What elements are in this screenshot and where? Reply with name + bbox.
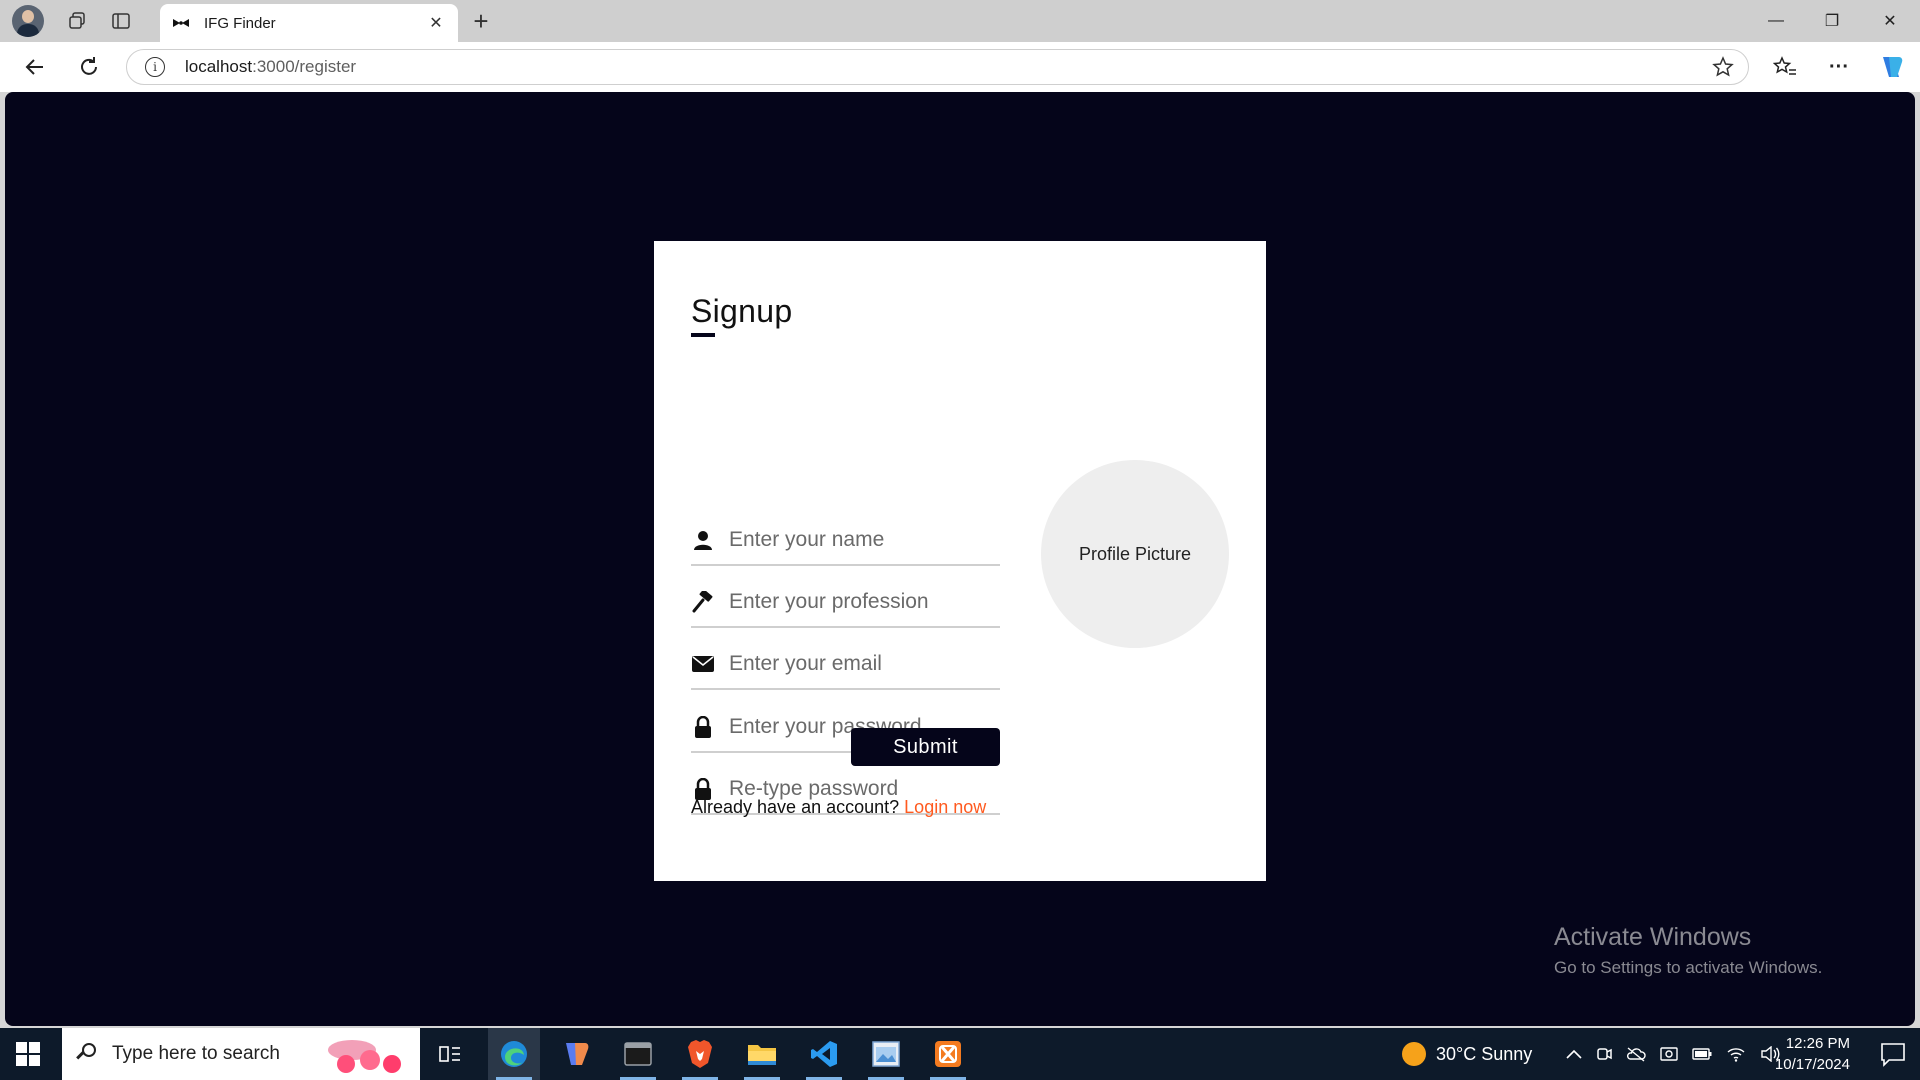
tab-favicon-icon xyxy=(172,16,190,30)
more-menu-icon[interactable]: ··· xyxy=(1824,52,1854,82)
taskbar-edge-icon[interactable] xyxy=(488,1028,540,1080)
taskbar-file-explorer-icon[interactable] xyxy=(736,1028,788,1080)
taskbar-clock[interactable]: 12:26 PM 10/17/2024 xyxy=(1775,1033,1850,1075)
already-account-text: Already have an account? xyxy=(691,797,900,817)
weather-widget[interactable]: 30°C Sunny xyxy=(1402,1028,1532,1080)
tab-title: IFG Finder xyxy=(204,14,276,32)
title-underline xyxy=(691,333,715,337)
user-icon xyxy=(691,528,715,552)
login-now-link[interactable]: Login now xyxy=(904,797,986,817)
clock-date: 10/17/2024 xyxy=(1774,1056,1850,1073)
activate-windows-watermark: Activate Windows Go to Settings to activ… xyxy=(1554,923,1822,978)
browser-toolbar: i localhost:3000/register ··· xyxy=(0,42,1920,92)
tab-actions-icon[interactable] xyxy=(106,6,136,36)
submit-button[interactable]: Submit xyxy=(851,728,1000,766)
task-view-icon[interactable] xyxy=(424,1028,476,1080)
browser-tab-strip: IFG Finder ✕ + — ❐ ✕ xyxy=(0,0,1920,42)
url-path: :3000/register xyxy=(252,57,357,76)
taskbar-xampp-icon[interactable] xyxy=(922,1028,974,1080)
watermark-subtitle: Go to Settings to activate Windows. xyxy=(1554,958,1823,977)
taskbar-search-placeholder: Type here to search xyxy=(112,1043,280,1064)
hammer-icon xyxy=(691,590,715,614)
profile-picture-upload[interactable]: Profile Picture xyxy=(1041,460,1229,648)
taskbar-copilot-icon[interactable] xyxy=(550,1028,602,1080)
workspaces-icon[interactable] xyxy=(62,6,92,36)
taskbar-brave-icon[interactable] xyxy=(674,1028,726,1080)
notification-center-icon[interactable] xyxy=(1880,1041,1906,1067)
name-field xyxy=(691,516,1000,566)
tab-close-icon[interactable]: ✕ xyxy=(426,13,446,33)
new-tab-button[interactable]: + xyxy=(466,6,496,36)
tab-ifg-finder[interactable]: IFG Finder ✕ xyxy=(160,4,458,42)
windows-start-icon[interactable] xyxy=(16,1042,40,1066)
url-text: localhost:3000/register xyxy=(185,57,356,77)
favorites-icon[interactable] xyxy=(1770,52,1800,82)
weather-text: 30°C Sunny xyxy=(1436,1043,1533,1064)
profile-avatar[interactable] xyxy=(12,5,44,37)
site-info-icon[interactable]: i xyxy=(145,57,165,77)
restore-button[interactable]: ❐ xyxy=(1804,0,1860,42)
url-host: localhost xyxy=(185,57,253,76)
lock-icon xyxy=(691,715,715,739)
signup-card: Signup Enter your name Enter your profes… xyxy=(654,241,1266,881)
favorite-star-icon[interactable] xyxy=(1712,56,1734,83)
address-bar[interactable]: i localhost:3000/register xyxy=(126,49,1749,85)
taskbar-vscode-icon[interactable] xyxy=(798,1028,850,1080)
system-tray xyxy=(1566,1028,1780,1080)
onedrive-icon[interactable] xyxy=(1626,1046,1646,1062)
search-icon xyxy=(76,1043,98,1065)
envelope-icon xyxy=(691,652,715,676)
close-window-button[interactable]: ✕ xyxy=(1862,0,1918,42)
watermark-title: Activate Windows xyxy=(1554,923,1752,951)
meet-now-icon[interactable] xyxy=(1596,1045,1612,1063)
page-title: Signup xyxy=(691,293,793,329)
email-input[interactable] xyxy=(729,652,989,676)
minimize-button[interactable]: — xyxy=(1748,0,1804,42)
battery-icon[interactable] xyxy=(1692,1048,1712,1060)
profession-field xyxy=(691,578,1000,628)
taskbar-paint-icon[interactable] xyxy=(860,1028,912,1080)
windows-taskbar: Type here to search 30°C Sunny 12:26 PM … xyxy=(0,1028,1920,1080)
copilot-icon[interactable] xyxy=(1876,52,1906,82)
search-highlight-icon xyxy=(328,1040,401,1073)
email-field xyxy=(691,640,1000,690)
sun-icon xyxy=(1402,1042,1426,1066)
wifi-icon[interactable] xyxy=(1726,1046,1746,1062)
profession-input[interactable] xyxy=(729,590,989,614)
clock-time: 12:26 PM xyxy=(1785,1035,1850,1052)
name-input[interactable] xyxy=(729,528,989,552)
page-viewport: Signup Enter your name Enter your profes… xyxy=(5,92,1915,1026)
security-icon[interactable] xyxy=(1660,1045,1678,1063)
show-hidden-icons-icon[interactable] xyxy=(1566,1049,1582,1059)
taskbar-terminal-icon[interactable] xyxy=(612,1028,664,1080)
taskbar-search-box[interactable]: Type here to search xyxy=(62,1028,420,1080)
refresh-icon[interactable] xyxy=(74,52,104,82)
login-prompt: Already have an account? Login now xyxy=(691,797,986,818)
back-arrow-icon[interactable] xyxy=(20,52,50,82)
